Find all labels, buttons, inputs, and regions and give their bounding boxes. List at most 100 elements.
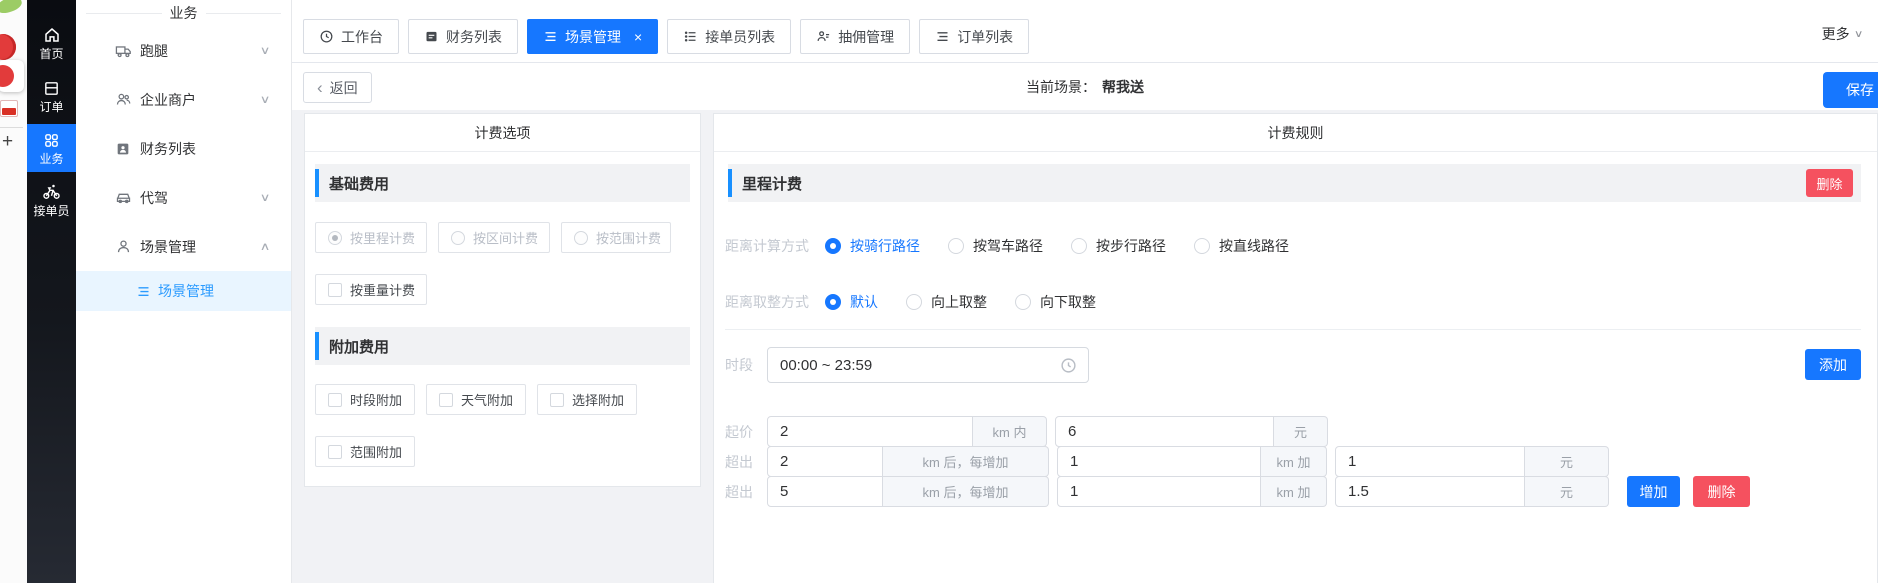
radio-by-interval[interactable]: 按区间计费 — [438, 222, 550, 253]
radio-icon — [1015, 294, 1031, 310]
radio-round-down[interactable]: 向下取整 — [1015, 292, 1096, 312]
tab-label: 场景管理 — [565, 27, 621, 47]
checkbox-by-weight[interactable]: 按重量计费 — [315, 274, 427, 305]
submenu-item-errand[interactable]: 跑腿 ∨ — [76, 26, 291, 75]
distance-round-row: 距离取整方式 默认 向上取整 向下取整 — [725, 292, 1861, 312]
radio-by-range[interactable]: 按范围计费 — [561, 222, 671, 253]
over-step-input[interactable]: 1 — [1057, 476, 1261, 507]
submenu-item-label: 企业商户 — [140, 90, 196, 110]
more-menu[interactable]: 更多 ∨ — [1822, 24, 1862, 44]
checkbox-select-extra[interactable]: 选择附加 — [537, 384, 637, 415]
submenu-item-merchants[interactable]: 企业商户 ∨ — [76, 75, 291, 124]
checkbox-icon — [439, 393, 453, 407]
base-price-row: 起价 2 km 内 6 元 — [725, 416, 1861, 447]
row-label: 距离计算方式 — [725, 236, 809, 256]
scene-label: 当前场景： — [1026, 77, 1096, 97]
radio-label: 向下取整 — [1040, 292, 1096, 312]
submenu-item-label: 跑腿 — [140, 41, 168, 61]
clock-icon — [319, 29, 334, 44]
radio-riding-path[interactable]: 按骑行路径 — [825, 236, 920, 256]
base-km-input[interactable]: 2 — [767, 416, 973, 447]
tab-commission[interactable]: 抽佣管理 — [800, 19, 910, 54]
section-title: 里程计费 — [742, 173, 802, 194]
tab-finance-list[interactable]: 财务列表 — [408, 19, 518, 54]
radio-label: 按步行路径 — [1096, 236, 1166, 256]
add-tier-button[interactable]: 增加 — [1627, 476, 1680, 507]
over-distance-row: 超出 2 km 后，每增加 1 km 加 1 元 — [725, 446, 1861, 477]
submenu-item-scenes[interactable]: 场景管理 ∧ — [76, 222, 291, 271]
chevron-down-icon: ∨ — [1854, 29, 1864, 40]
clock-icon[interactable] — [1060, 357, 1077, 374]
section-base-fees: 基础费用 — [315, 164, 690, 202]
over-price-unit: 元 — [1525, 446, 1609, 477]
section-mileage-billing: 里程计费 删除 — [728, 164, 1861, 202]
chevron-down-icon: ∨ — [260, 44, 271, 57]
section-title: 基础费用 — [329, 173, 389, 194]
truck-icon — [114, 42, 132, 59]
base-price-input[interactable]: 6 — [1055, 416, 1274, 447]
over-price-unit: 元 — [1525, 476, 1609, 507]
list-icon — [134, 284, 152, 299]
submenu-child-scene-management[interactable]: 场景管理 — [76, 271, 291, 311]
checkbox-icon — [328, 445, 342, 459]
plus-icon: + — [2, 131, 13, 153]
sidebar-item-orders[interactable]: 订单 — [27, 80, 76, 114]
radio-straight-path[interactable]: 按直线路径 — [1194, 236, 1289, 256]
submenu-item-label: 场景管理 — [140, 237, 196, 257]
section-accent-bar — [315, 332, 319, 360]
submenu-item-finance[interactable]: 财务列表 — [76, 124, 291, 173]
sidebar-item-home[interactable]: 首页 — [27, 26, 76, 61]
tab-courier-list[interactable]: 接单员列表 — [667, 19, 791, 54]
car-icon — [114, 189, 132, 206]
radio-icon — [948, 238, 964, 254]
tab-bar: 工作台 财务列表 场景管理 × 接单员列表 抽佣管理 订单列表 — [292, 0, 1878, 63]
checkbox-time-extra[interactable]: 时段附加 — [315, 384, 415, 415]
add-time-period-button[interactable]: 添加 — [1805, 349, 1861, 380]
checkbox-weather-extra[interactable]: 天气附加 — [426, 384, 526, 415]
order-icon — [43, 80, 60, 97]
person-icon — [114, 238, 132, 255]
radio-by-mileage[interactable]: 按里程计费 — [315, 222, 427, 253]
tab-label: 接单员列表 — [705, 27, 775, 47]
over-km-input[interactable]: 2 — [767, 446, 883, 477]
tab-workbench[interactable]: 工作台 — [303, 19, 399, 54]
over-price-input[interactable]: 1.5 — [1335, 476, 1525, 507]
chevron-down-icon: ∨ — [260, 93, 271, 106]
radio-label: 按驾车路径 — [973, 236, 1043, 256]
radio-icon — [328, 231, 342, 245]
over-step-unit: km 加 — [1261, 476, 1327, 507]
save-button[interactable]: 保存 — [1823, 72, 1878, 108]
tab-scene-management[interactable]: 场景管理 × — [527, 19, 658, 54]
over-km-unit: km 后，每增加 — [883, 446, 1049, 477]
submenu-item-driver[interactable]: 代驾 ∨ — [76, 173, 291, 222]
checkbox-label: 时段附加 — [350, 390, 402, 409]
over-step-input[interactable]: 1 — [1057, 446, 1261, 477]
delete-section-button[interactable]: 删除 — [1806, 169, 1853, 197]
over-distance-row: 超出 5 km 后，每增加 1 km 加 1.5 — [725, 476, 1861, 507]
row-label: 超出 — [725, 452, 767, 472]
radio-icon — [1071, 238, 1087, 254]
submenu-item-label: 代驾 — [140, 188, 168, 208]
base-price-unit: 元 — [1274, 416, 1328, 447]
close-icon[interactable]: × — [634, 30, 642, 44]
radio-walking-path[interactable]: 按步行路径 — [1071, 236, 1166, 256]
time-range-input[interactable]: 00:00 ~ 23:59 — [767, 347, 1089, 383]
over-km-unit: km 后，每增加 — [883, 476, 1049, 507]
over-km-input[interactable]: 5 — [767, 476, 883, 507]
sidebar-item-couriers[interactable]: 接单员 — [27, 182, 76, 218]
billing-rules-panel: 计费规则 里程计费 删除 距离计算方式 按骑行路径 — [713, 113, 1878, 583]
checkbox-range-extra[interactable]: 范围附加 — [315, 436, 415, 467]
sidebar-item-business[interactable]: 业务 — [27, 124, 76, 172]
radio-driving-path[interactable]: 按驾车路径 — [948, 236, 1043, 256]
delete-tier-button[interactable]: 删除 — [1693, 476, 1750, 507]
radio-round-default[interactable]: 默认 — [825, 292, 878, 312]
finance-card-icon — [114, 141, 132, 157]
over-price-input[interactable]: 1 — [1335, 446, 1525, 477]
radio-round-up[interactable]: 向上取整 — [906, 292, 987, 312]
tab-order-list[interactable]: 订单列表 — [919, 19, 1029, 54]
base-km-unit: km 内 — [973, 416, 1047, 447]
section-accent-bar — [728, 169, 732, 197]
main-area: 工作台 财务列表 场景管理 × 接单员列表 抽佣管理 订单列表 — [292, 0, 1878, 583]
sidebar-item-label: 首页 — [39, 47, 63, 61]
radio-icon — [451, 231, 465, 245]
